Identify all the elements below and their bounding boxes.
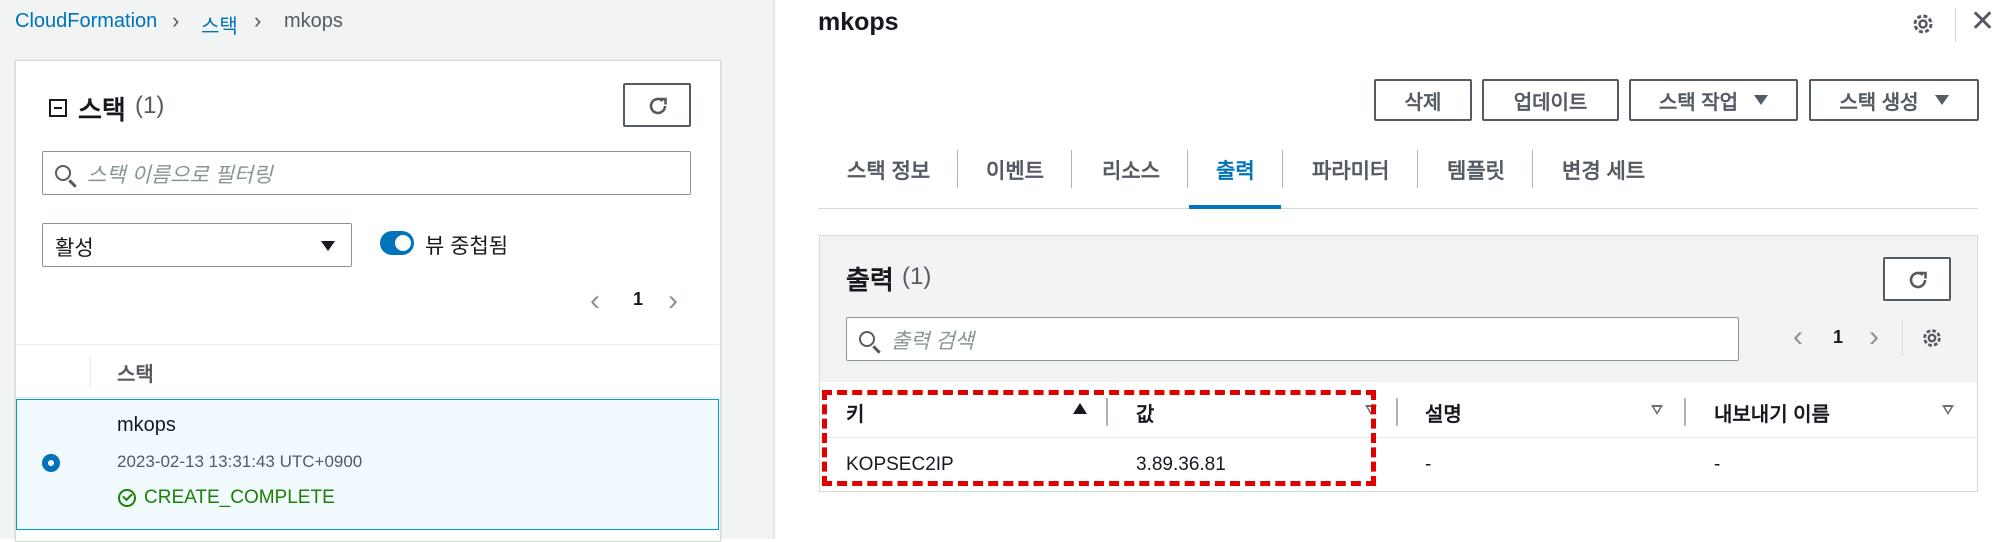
prev-page-icon[interactable]: ‹ (590, 286, 600, 316)
breadcrumb-separator-icon: › (172, 8, 180, 33)
tab-separator (1071, 150, 1072, 188)
detail-title: mkops (818, 8, 899, 36)
status-select-value: 활성 (55, 237, 94, 260)
tab-separator (1187, 150, 1188, 188)
refresh-icon (1909, 271, 1927, 289)
outputs-page-number[interactable]: 1 (1833, 327, 1843, 348)
output-export-name: - (1714, 454, 1721, 475)
breadcrumb-separator-icon: › (254, 8, 262, 33)
nested-view-label: 뷰 중첩됨 (425, 235, 509, 258)
panel-divider[interactable] (773, 0, 775, 539)
tab-parameters[interactable]: 파라미터 (1312, 155, 1389, 185)
refresh-outputs-button[interactable] (1883, 257, 1951, 301)
export-name-column-header[interactable]: 내보내기 이름 (1714, 398, 1830, 427)
breadcrumb-cloudformation[interactable]: CloudFormation (15, 10, 157, 33)
outputs-count: (1) (902, 263, 932, 290)
refresh-icon (649, 97, 667, 115)
refresh-stacks-button[interactable] (623, 83, 691, 127)
stack-filter-placeholder: 스택 이름으로 필터링 (87, 164, 273, 187)
next-page-icon[interactable]: › (1869, 322, 1879, 352)
page-number[interactable]: 1 (633, 289, 643, 310)
stack-actions-label: 스택 작업 (1658, 91, 1739, 114)
prev-page-icon[interactable]: ‹ (1793, 322, 1803, 352)
output-description: - (1425, 454, 1432, 475)
breadcrumb-stacks[interactable]: 스택 (201, 10, 238, 39)
settings-gear-icon[interactable] (1910, 11, 1936, 37)
tab-events[interactable]: 이벤트 (986, 155, 1044, 185)
tab-outputs[interactable]: 출력 (1216, 155, 1255, 185)
table-divider (16, 344, 719, 345)
tabs-baseline (818, 208, 1978, 209)
tab-separator (1282, 150, 1283, 188)
active-tab-indicator (1189, 205, 1281, 209)
close-icon[interactable]: ✕ (1970, 4, 1995, 39)
preferences-gear-icon[interactable] (1920, 326, 1944, 350)
table-divider (16, 397, 719, 398)
tab-change-sets[interactable]: 변경 세트 (1562, 155, 1645, 185)
pagination-separator (1902, 320, 1903, 356)
highlight-annotation-box (822, 390, 1376, 486)
tab-template[interactable]: 템플릿 (1447, 155, 1505, 185)
create-stack-label: 스택 생성 (1839, 91, 1919, 114)
tab-separator (1532, 150, 1533, 188)
column-separator (90, 356, 91, 388)
status-select[interactable]: 활성 (42, 223, 352, 267)
tab-resources[interactable]: 리소스 (1102, 155, 1160, 185)
description-column-header[interactable]: 설명 (1425, 398, 1462, 427)
stack-timestamp: 2023-02-13 13:31:43 UTC+0900 (117, 452, 363, 471)
update-button[interactable]: 업데이트 (1482, 79, 1619, 121)
stack-column-header: 스택 (117, 364, 154, 386)
stacks-count: (1) (135, 92, 165, 119)
search-icon (55, 165, 71, 181)
stack-status: CREATE_COMPLETE (144, 487, 335, 508)
create-stack-button[interactable]: 스택 생성 (1809, 79, 1979, 121)
sort-icon[interactable] (1651, 405, 1663, 415)
column-resizer[interactable] (1684, 398, 1686, 426)
nested-view-toggle[interactable] (380, 231, 414, 255)
update-button-label: 업데이트 (1513, 91, 1588, 114)
tab-stack-info[interactable]: 스택 정보 (847, 155, 930, 185)
header-separator (1955, 8, 1956, 42)
outputs-search-input[interactable]: 출력 검색 (846, 317, 1739, 361)
sort-icon[interactable] (1942, 405, 1954, 415)
tab-separator (957, 150, 958, 188)
caret-down-icon (321, 241, 335, 251)
stack-name[interactable]: mkops (117, 414, 176, 437)
next-page-icon[interactable]: › (668, 286, 678, 316)
stack-filter-input[interactable]: 스택 이름으로 필터링 (42, 151, 691, 195)
tab-separator (1417, 150, 1418, 188)
caret-down-icon (1754, 95, 1769, 105)
outputs-search-placeholder: 출력 검색 (891, 330, 975, 353)
delete-button[interactable]: 삭제 (1374, 79, 1472, 121)
search-icon (859, 331, 875, 347)
stacks-title: 스택 (78, 95, 126, 125)
outputs-title: 출력 (846, 265, 894, 295)
collapse-square-icon[interactable] (49, 99, 67, 117)
caret-down-icon (1934, 95, 1949, 105)
breadcrumb-current: mkops (284, 10, 343, 32)
row-radio[interactable] (42, 454, 60, 472)
success-check-icon (118, 489, 136, 507)
column-resizer[interactable] (1396, 398, 1398, 426)
delete-button-label: 삭제 (1404, 91, 1442, 114)
stack-actions-button[interactable]: 스택 작업 (1629, 79, 1798, 121)
